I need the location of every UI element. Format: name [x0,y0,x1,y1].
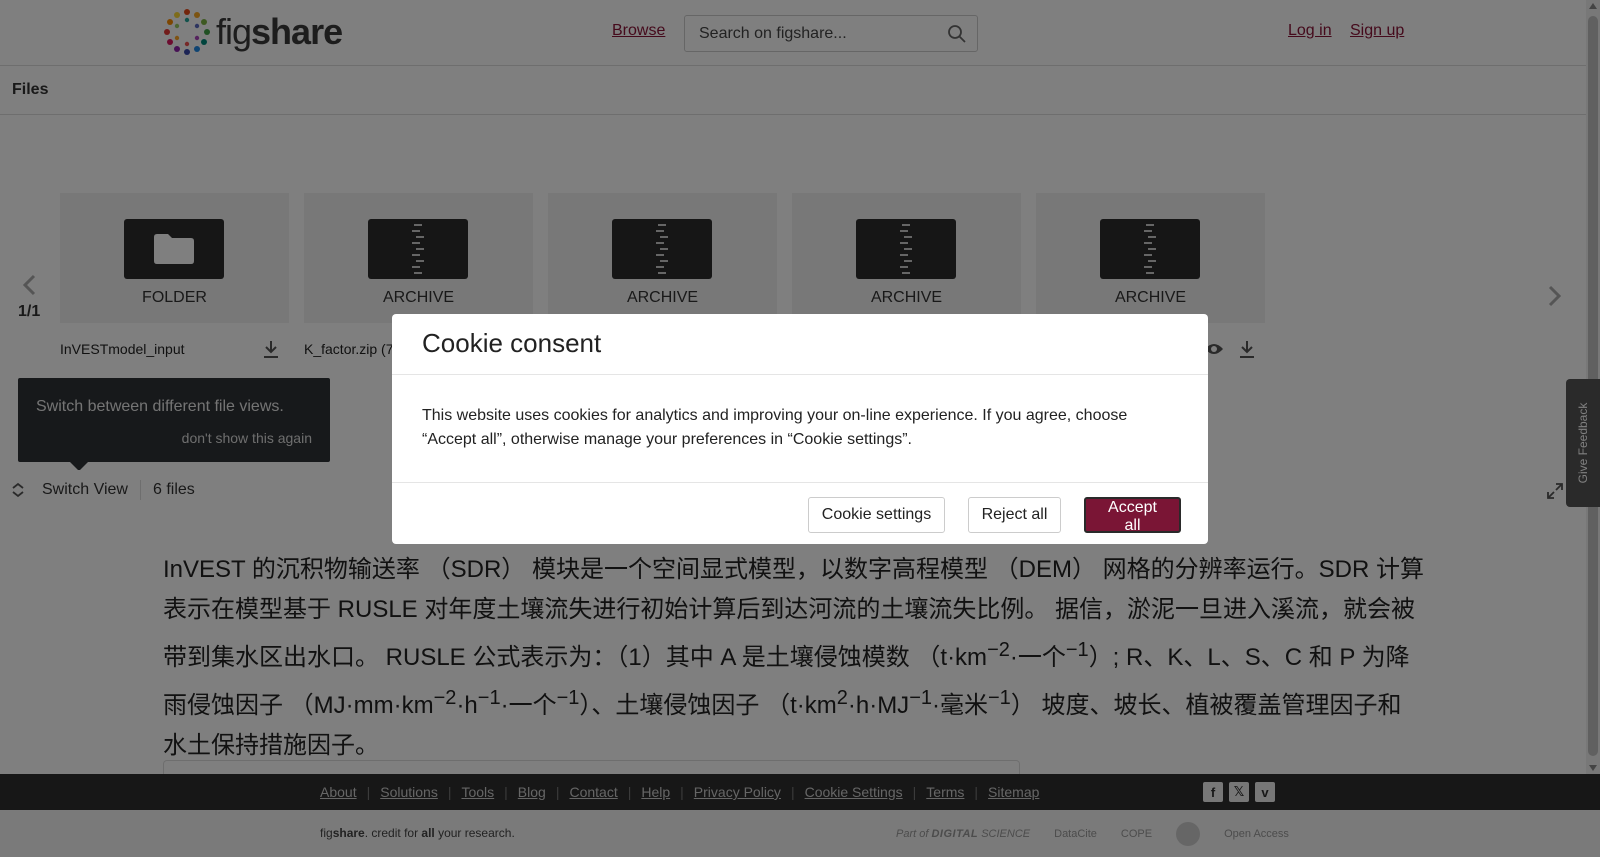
accept-all-button[interactable]: Accept all [1084,497,1181,534]
cookie-settings-button[interactable]: Cookie settings [808,497,945,533]
modal-body-text: This website uses cookies for analytics … [422,407,1128,448]
modal-header: Cookie consent [392,314,1208,375]
cookie-consent-modal: Cookie consent This website uses cookies… [392,314,1208,544]
modal-title: Cookie consent [422,328,602,358]
modal-footer: Cookie settings Reject all Accept all [392,482,1208,544]
reject-all-button[interactable]: Reject all [968,497,1061,533]
